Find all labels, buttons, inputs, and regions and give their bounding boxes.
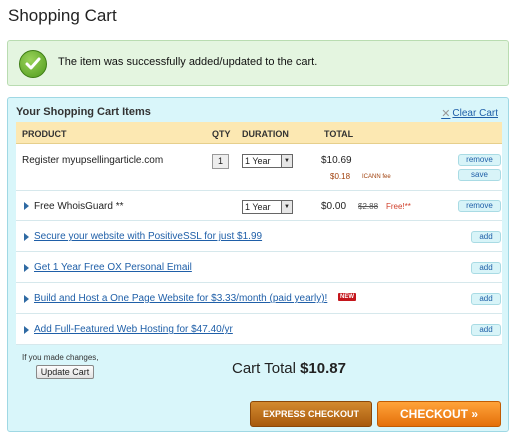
new-badge: NEW xyxy=(338,293,356,301)
cart-panel: Your Shopping Cart Items ✕ Clear Cart PR… xyxy=(7,97,509,432)
chevron-down-icon: ▼ xyxy=(281,155,292,167)
clear-cart-label: Clear Cart xyxy=(452,108,498,119)
add-button[interactable]: add xyxy=(471,293,501,305)
checkmark-icon xyxy=(19,50,47,78)
original-price: $2.88 xyxy=(358,202,379,211)
remove-button[interactable]: remove xyxy=(458,154,501,166)
add-button[interactable]: add xyxy=(471,231,501,243)
table-row: Free WhoisGuard ** 1 Year ▼ $0.00 $2.88 … xyxy=(16,191,502,221)
free-label: Free!** xyxy=(386,202,411,211)
product-name: Register myupsellingarticle.com xyxy=(22,155,164,166)
cart-total-label: Cart Total xyxy=(232,360,296,377)
fee-amount: $0.18 xyxy=(330,172,351,181)
item-total: $0.00 xyxy=(321,201,347,212)
cart-total: Cart Total $10.87 xyxy=(232,360,346,377)
cart-total-area: If you made changes, Update Cart Cart To… xyxy=(16,345,502,405)
expand-triangle-icon xyxy=(24,326,29,334)
item-total: $10.69 xyxy=(321,155,352,166)
cart-total-value: $10.87 xyxy=(300,360,346,377)
expand-triangle-icon xyxy=(24,264,29,272)
add-button[interactable]: add xyxy=(471,324,501,336)
col-product: PRODUCT xyxy=(22,129,67,139)
cart-header: Your Shopping Cart Items xyxy=(16,106,151,118)
clear-icon: ✕ xyxy=(441,108,451,120)
offer-link-website[interactable]: Build and Host a One Page Website for $3… xyxy=(34,293,327,304)
duration-select[interactable]: 1 Year ▼ xyxy=(242,200,293,214)
offer-row: Build and Host a One Page Website for $3… xyxy=(16,283,502,314)
duration-value: 1 Year xyxy=(245,202,271,212)
checkout-button[interactable]: CHECKOUT » xyxy=(377,401,501,427)
offer-link-hosting[interactable]: Add Full-Featured Web Hosting for $47.40… xyxy=(34,324,233,335)
table-row: Register myupsellingarticle.com 1 1 Year… xyxy=(16,144,502,191)
success-notice: The item was successfully added/updated … xyxy=(7,40,509,86)
save-button[interactable]: save xyxy=(458,169,501,181)
changes-note: If you made changes, xyxy=(22,353,99,362)
page-title: Shopping Cart xyxy=(8,6,117,25)
offer-link-ssl[interactable]: Secure your website with PositiveSSL for… xyxy=(34,231,262,242)
duration-select[interactable]: 1 Year ▼ xyxy=(242,154,293,168)
offer-row: Get 1 Year Free OX Personal Email add xyxy=(16,252,502,283)
chevron-down-icon: ▼ xyxy=(281,201,292,213)
add-button[interactable]: add xyxy=(471,262,501,274)
expand-triangle-icon xyxy=(24,233,29,241)
offer-row: Secure your website with PositiveSSL for… xyxy=(16,221,502,252)
table-header: PRODUCT QTY DURATION TOTAL xyxy=(16,122,502,144)
expand-triangle-icon[interactable] xyxy=(24,202,29,210)
offer-row: Add Full-Featured Web Hosting for $47.40… xyxy=(16,314,502,345)
update-cart-button[interactable]: Update Cart xyxy=(36,365,94,379)
col-total: TOTAL xyxy=(324,129,354,139)
duration-value: 1 Year xyxy=(245,156,271,166)
fee-label: ICANN fee xyxy=(362,174,391,180)
offer-link-email[interactable]: Get 1 Year Free OX Personal Email xyxy=(34,262,192,273)
col-duration: DURATION xyxy=(242,129,289,139)
express-checkout-button[interactable]: EXPRESS CHECKOUT xyxy=(250,401,372,427)
expand-triangle-icon xyxy=(24,295,29,303)
clear-cart-link[interactable]: ✕ Clear Cart xyxy=(441,107,498,120)
success-message: The item was successfully added/updated … xyxy=(58,56,318,68)
remove-button[interactable]: remove xyxy=(458,200,501,212)
quantity-input[interactable]: 1 xyxy=(212,154,229,169)
col-qty: QTY xyxy=(212,129,231,139)
cart-table: PRODUCT QTY DURATION TOTAL Register myup… xyxy=(16,122,502,405)
product-name: Free WhoisGuard ** xyxy=(34,201,124,212)
